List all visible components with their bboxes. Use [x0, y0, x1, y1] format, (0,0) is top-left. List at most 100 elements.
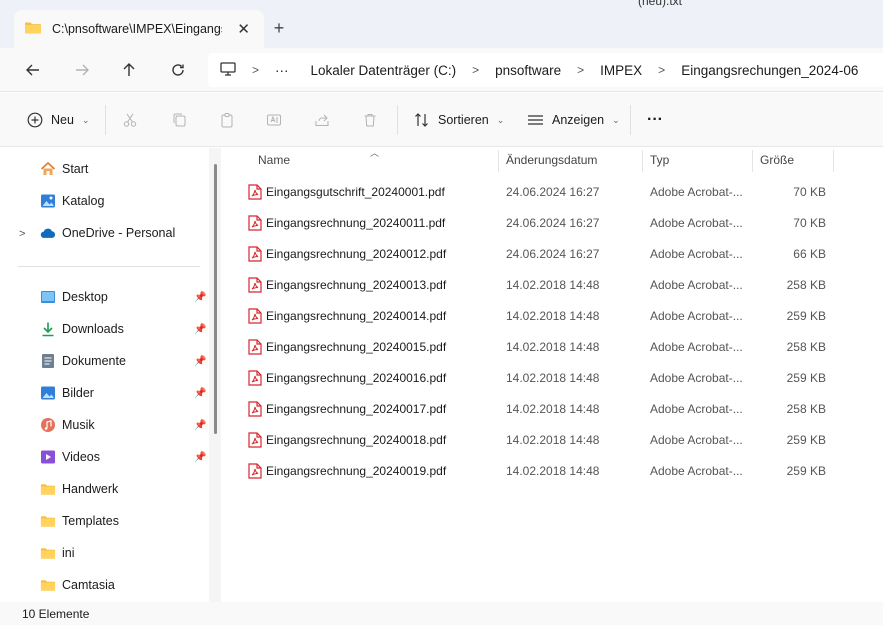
file-row[interactable]: Eingangsrechnung_20240011.pdf 24.06.2024 …	[224, 208, 864, 239]
sidebar-item-onedrive[interactable]: OneDrive - Personal	[40, 222, 175, 244]
pin-icon[interactable]: 📌	[194, 356, 206, 367]
pdf-file-icon	[248, 215, 262, 234]
file-size: 258 KB	[786, 278, 826, 292]
file-type: Adobe Acrobat-...	[650, 340, 743, 354]
breadcrumb-current-folder[interactable]: Eingangsrechungen_2024-06	[681, 63, 858, 78]
music-icon	[40, 417, 56, 433]
file-row[interactable]: Eingangsrechnung_20240014.pdf 14.02.2018 …	[224, 301, 864, 332]
file-date: 14.02.2018 14:48	[506, 464, 600, 478]
address-bar[interactable]: > ··· Lokaler Datenträger (C:) > pnsoftw…	[208, 53, 883, 87]
chevron-right-icon: >	[252, 63, 260, 77]
pin-icon[interactable]: 📌	[194, 388, 206, 399]
sidebar-item-desktop[interactable]: Desktop	[40, 286, 108, 308]
file-type: Adobe Acrobat-...	[650, 278, 743, 292]
file-date: 14.02.2018 14:48	[506, 402, 600, 416]
rename-button[interactable]	[266, 108, 282, 132]
view-button[interactable]: Anzeigen ⌄	[527, 108, 620, 132]
sidebar-item-videos[interactable]: Videos	[40, 446, 100, 468]
breadcrumb-drive[interactable]: Lokaler Datenträger (C:)	[311, 63, 457, 78]
file-row[interactable]: Eingangsrechnung_20240012.pdf 24.06.2024 …	[224, 239, 864, 270]
pictures-icon	[40, 385, 56, 401]
column-header-type[interactable]: Typ	[650, 148, 669, 172]
file-size: 259 KB	[786, 464, 826, 478]
file-row[interactable]: Eingangsrechnung_20240016.pdf 14.02.2018 …	[224, 363, 864, 394]
pdf-file-icon	[248, 463, 262, 482]
file-name: Eingangsrechnung_20240011.pdf	[266, 216, 446, 230]
chevron-right-icon: >	[472, 63, 480, 77]
paste-button[interactable]	[219, 108, 235, 132]
breadcrumb-more[interactable]: ···	[275, 63, 289, 78]
tab-current-folder[interactable]: C:\pnsoftware\IMPEX\Eingangsrechungen_20…	[14, 10, 264, 48]
navigation-pane: Start Katalog > OneDrive - Personal Desk…	[0, 148, 224, 602]
gallery-icon	[40, 193, 56, 209]
item-count: 10 Elemente	[22, 606, 90, 621]
column-header-date[interactable]: Änderungsdatum	[506, 148, 597, 172]
chevron-down-icon: ⌄	[496, 114, 505, 125]
file-row[interactable]: Eingangsrechnung_20240018.pdf 14.02.2018 …	[224, 425, 864, 456]
sidebar-item-handwerk[interactable]: Handwerk	[40, 478, 118, 500]
file-size: 259 KB	[786, 433, 826, 447]
file-date: 14.02.2018 14:48	[506, 433, 600, 447]
sidebar-scrollbar-thumb[interactable]	[214, 164, 217, 434]
chevron-right-icon: >	[577, 63, 585, 77]
status-bar: 10 Elemente	[0, 602, 883, 625]
documents-icon	[40, 353, 56, 369]
breadcrumb-impex[interactable]: IMPEX	[600, 63, 642, 78]
sidebar-item-templates[interactable]: Templates	[40, 510, 119, 532]
sort-icon	[415, 113, 428, 127]
up-button[interactable]	[117, 58, 141, 82]
file-date: 24.06.2024 16:27	[506, 247, 600, 261]
sidebar-item-musik[interactable]: Musik	[40, 414, 95, 436]
share-button[interactable]	[314, 108, 330, 132]
sidebar-item-camtasia[interactable]: Camtasia	[40, 574, 115, 596]
more-options-button[interactable]: ···	[647, 108, 663, 132]
file-row[interactable]: Eingangsgutschrift_20240001.pdf 24.06.202…	[224, 177, 864, 208]
sidebar-item-downloads[interactable]: Downloads	[40, 318, 124, 340]
chevron-right-icon[interactable]: >	[19, 228, 25, 240]
file-row[interactable]: Eingangsrechnung_20240015.pdf 14.02.2018 …	[224, 332, 864, 363]
sort-button[interactable]: Sortieren ⌄	[414, 108, 504, 132]
arrow-left-icon	[26, 64, 39, 76]
folder-icon	[40, 577, 56, 593]
delete-button[interactable]	[362, 108, 378, 132]
sidebar-item-dokumente[interactable]: Dokumente	[40, 350, 126, 372]
pin-icon[interactable]: 📌	[194, 292, 206, 303]
folder-icon	[40, 481, 56, 497]
file-row[interactable]: Eingangsrechnung_20240017.pdf 14.02.2018 …	[224, 394, 864, 425]
sidebar-item-katalog[interactable]: Katalog	[40, 190, 104, 212]
pdf-file-icon	[248, 401, 262, 420]
breadcrumb-pnsoftware[interactable]: pnsoftware	[495, 63, 561, 78]
arrow-right-icon	[76, 64, 89, 76]
sidebar-item-ini[interactable]: ini	[40, 542, 75, 564]
sort-ascending-icon: ︿	[370, 148, 380, 158]
copy-button[interactable]	[171, 108, 187, 132]
file-size: 258 KB	[786, 340, 826, 354]
share-icon	[315, 114, 329, 126]
refresh-button[interactable]	[166, 58, 190, 82]
tab-close-button[interactable]: ✕	[237, 20, 250, 38]
file-date: 14.02.2018 14:48	[506, 278, 600, 292]
new-tab-button[interactable]: +	[270, 18, 288, 39]
forward-button[interactable]	[70, 58, 94, 82]
file-name: Eingangsrechnung_20240017.pdf	[266, 402, 447, 416]
chevron-right-icon: >	[658, 63, 666, 77]
file-row[interactable]: Eingangsrechnung_20240019.pdf 14.02.2018 …	[224, 456, 864, 487]
sidebar-item-start[interactable]: Start	[40, 158, 88, 180]
column-header-name[interactable]: Name	[258, 148, 290, 172]
clipboard-icon	[221, 113, 233, 128]
pin-icon[interactable]: 📌	[194, 452, 206, 463]
file-size: 259 KB	[786, 371, 826, 385]
file-row[interactable]: Eingangsrechnung_20240013.pdf 14.02.2018 …	[224, 270, 864, 301]
videos-icon	[40, 449, 56, 465]
pin-icon[interactable]: 📌	[194, 420, 206, 431]
cut-button[interactable]	[122, 108, 138, 132]
sidebar-item-bilder[interactable]: Bilder	[40, 382, 94, 404]
rename-icon	[267, 114, 281, 126]
column-header-size[interactable]: Größe	[760, 148, 794, 172]
folder-icon	[24, 20, 42, 38]
computer-icon	[220, 61, 236, 79]
back-button[interactable]	[21, 58, 45, 82]
new-button[interactable]: Neu ⌄	[27, 108, 89, 132]
pin-icon[interactable]: 📌	[194, 324, 206, 335]
file-type: Adobe Acrobat-...	[650, 185, 743, 199]
